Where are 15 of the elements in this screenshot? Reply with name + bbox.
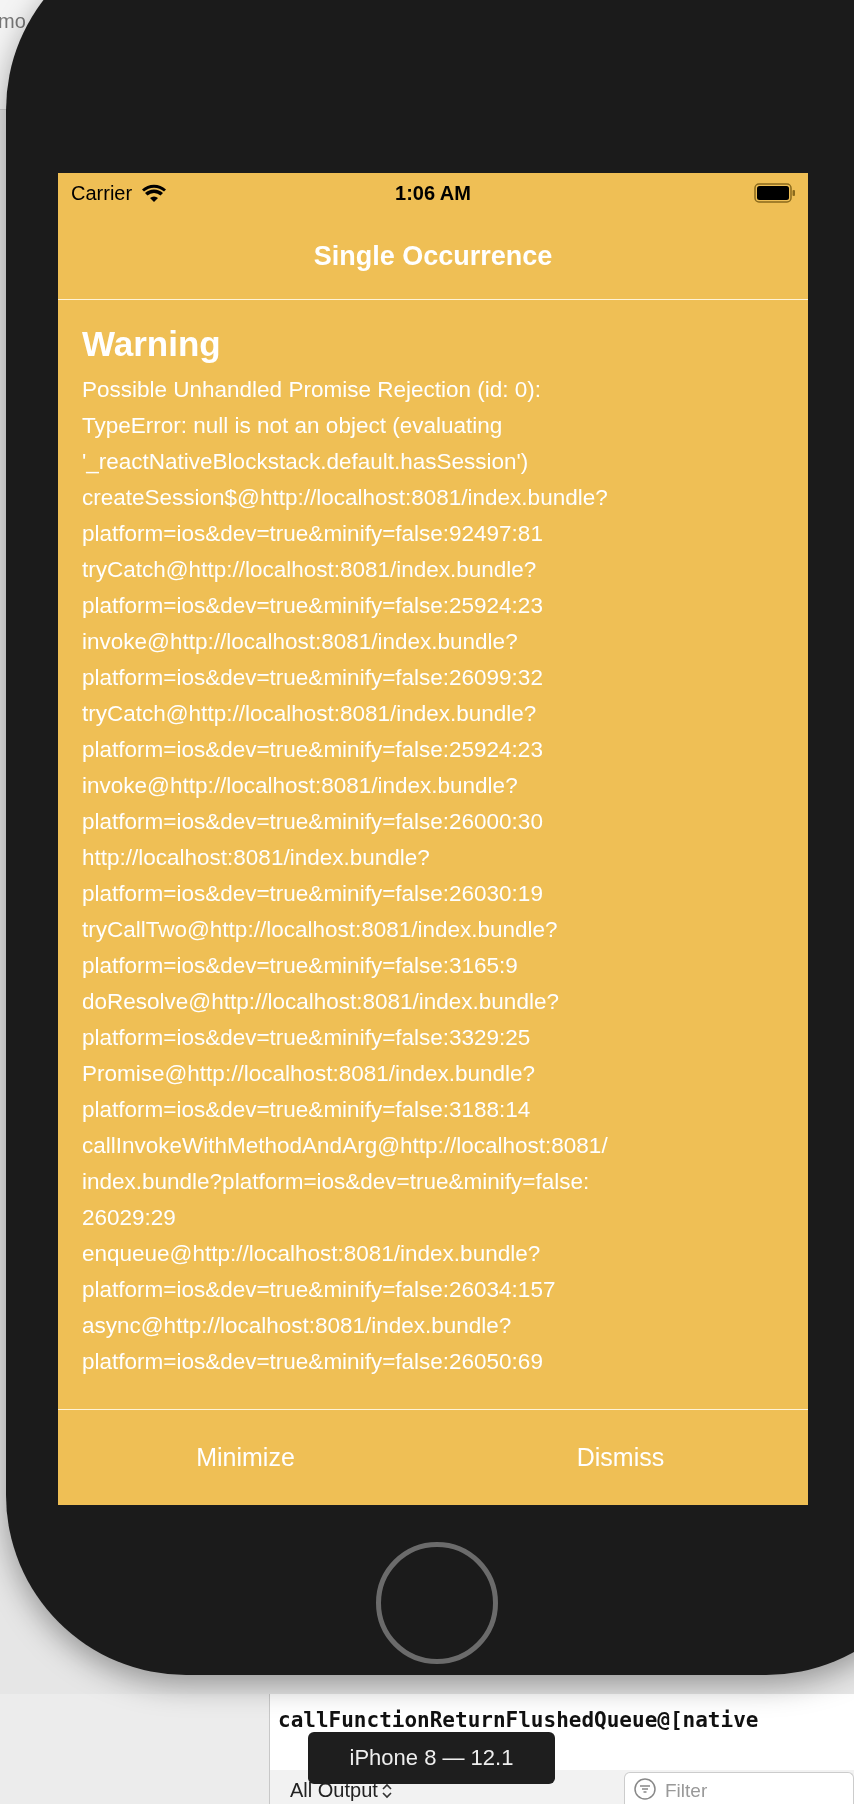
toolbar-text: mo [0,10,26,33]
minimize-button[interactable]: Minimize [186,1437,305,1478]
dismiss-button[interactable]: Dismiss [566,1437,675,1478]
home-button[interactable] [376,1542,498,1664]
nav-title: Single Occurrence [313,240,553,272]
warning-message: Possible Unhandled Promise Rejection (id: 0): TypeError: null is not an object (evaluating '_reactNativeBlockstack.default.hasSession') createSession$@http://localhost:8081/index.bundle? platform=ios&dev=true&minify=false:92497:81 tryCatch@http://localhost:8081/index.bundle? platform=ios&dev=true&minify=false:25924:23 invoke@http://localhost:8081/index.bundle? platform=ios&dev=true&minify=false:26099:32 tryCatch@http://localhost:8081/index.bundle? platform=ios&dev=true&minify=false:25924:23 invoke@http://localhost:8081/index.bundle? platform=ios&dev=true&minify=false:26000:30 http://localhost:8081/index.bundle? platform=ios&dev=true&minify=false:26030:19 tryCallTwo@http://localhost:8081/index.bundle? platform=ios&dev=true&minify=false:3165:9 doResolve@http://localhost:8081/index.bundle? platform=ios&dev=true&minify=false:3329:25 Promise@http://localhost:8081/index.bundle? platform=ios&dev=true&minify=false:3188:14 callInvokeWithMethodAndArg@http://localhost:8081/ index.bundle?platform=ios&dev=true&minify=false: 26029:29 enqueue@http://localhost:8081/index.bundle? platform=ios&dev=true&minify=false:26034:157 async@http://localhost:8081/index.bundle? platform=ios&dev=true&minify=false:26050:69 [82,376,609,1376]
battery-icon [754,183,796,203]
console-line: callFunctionReturnFlushedQueue@[native [277,1707,760,1732]
status-time: 1:06 AM [395,181,471,205]
filter-icon [634,1778,656,1800]
carrier-label: Carrier [71,181,133,205]
wifi-icon [142,184,167,202]
updown-icon [381,1782,392,1799]
filter-field[interactable]: Filter [624,1772,854,1804]
warning-heading: Warning [82,324,222,364]
